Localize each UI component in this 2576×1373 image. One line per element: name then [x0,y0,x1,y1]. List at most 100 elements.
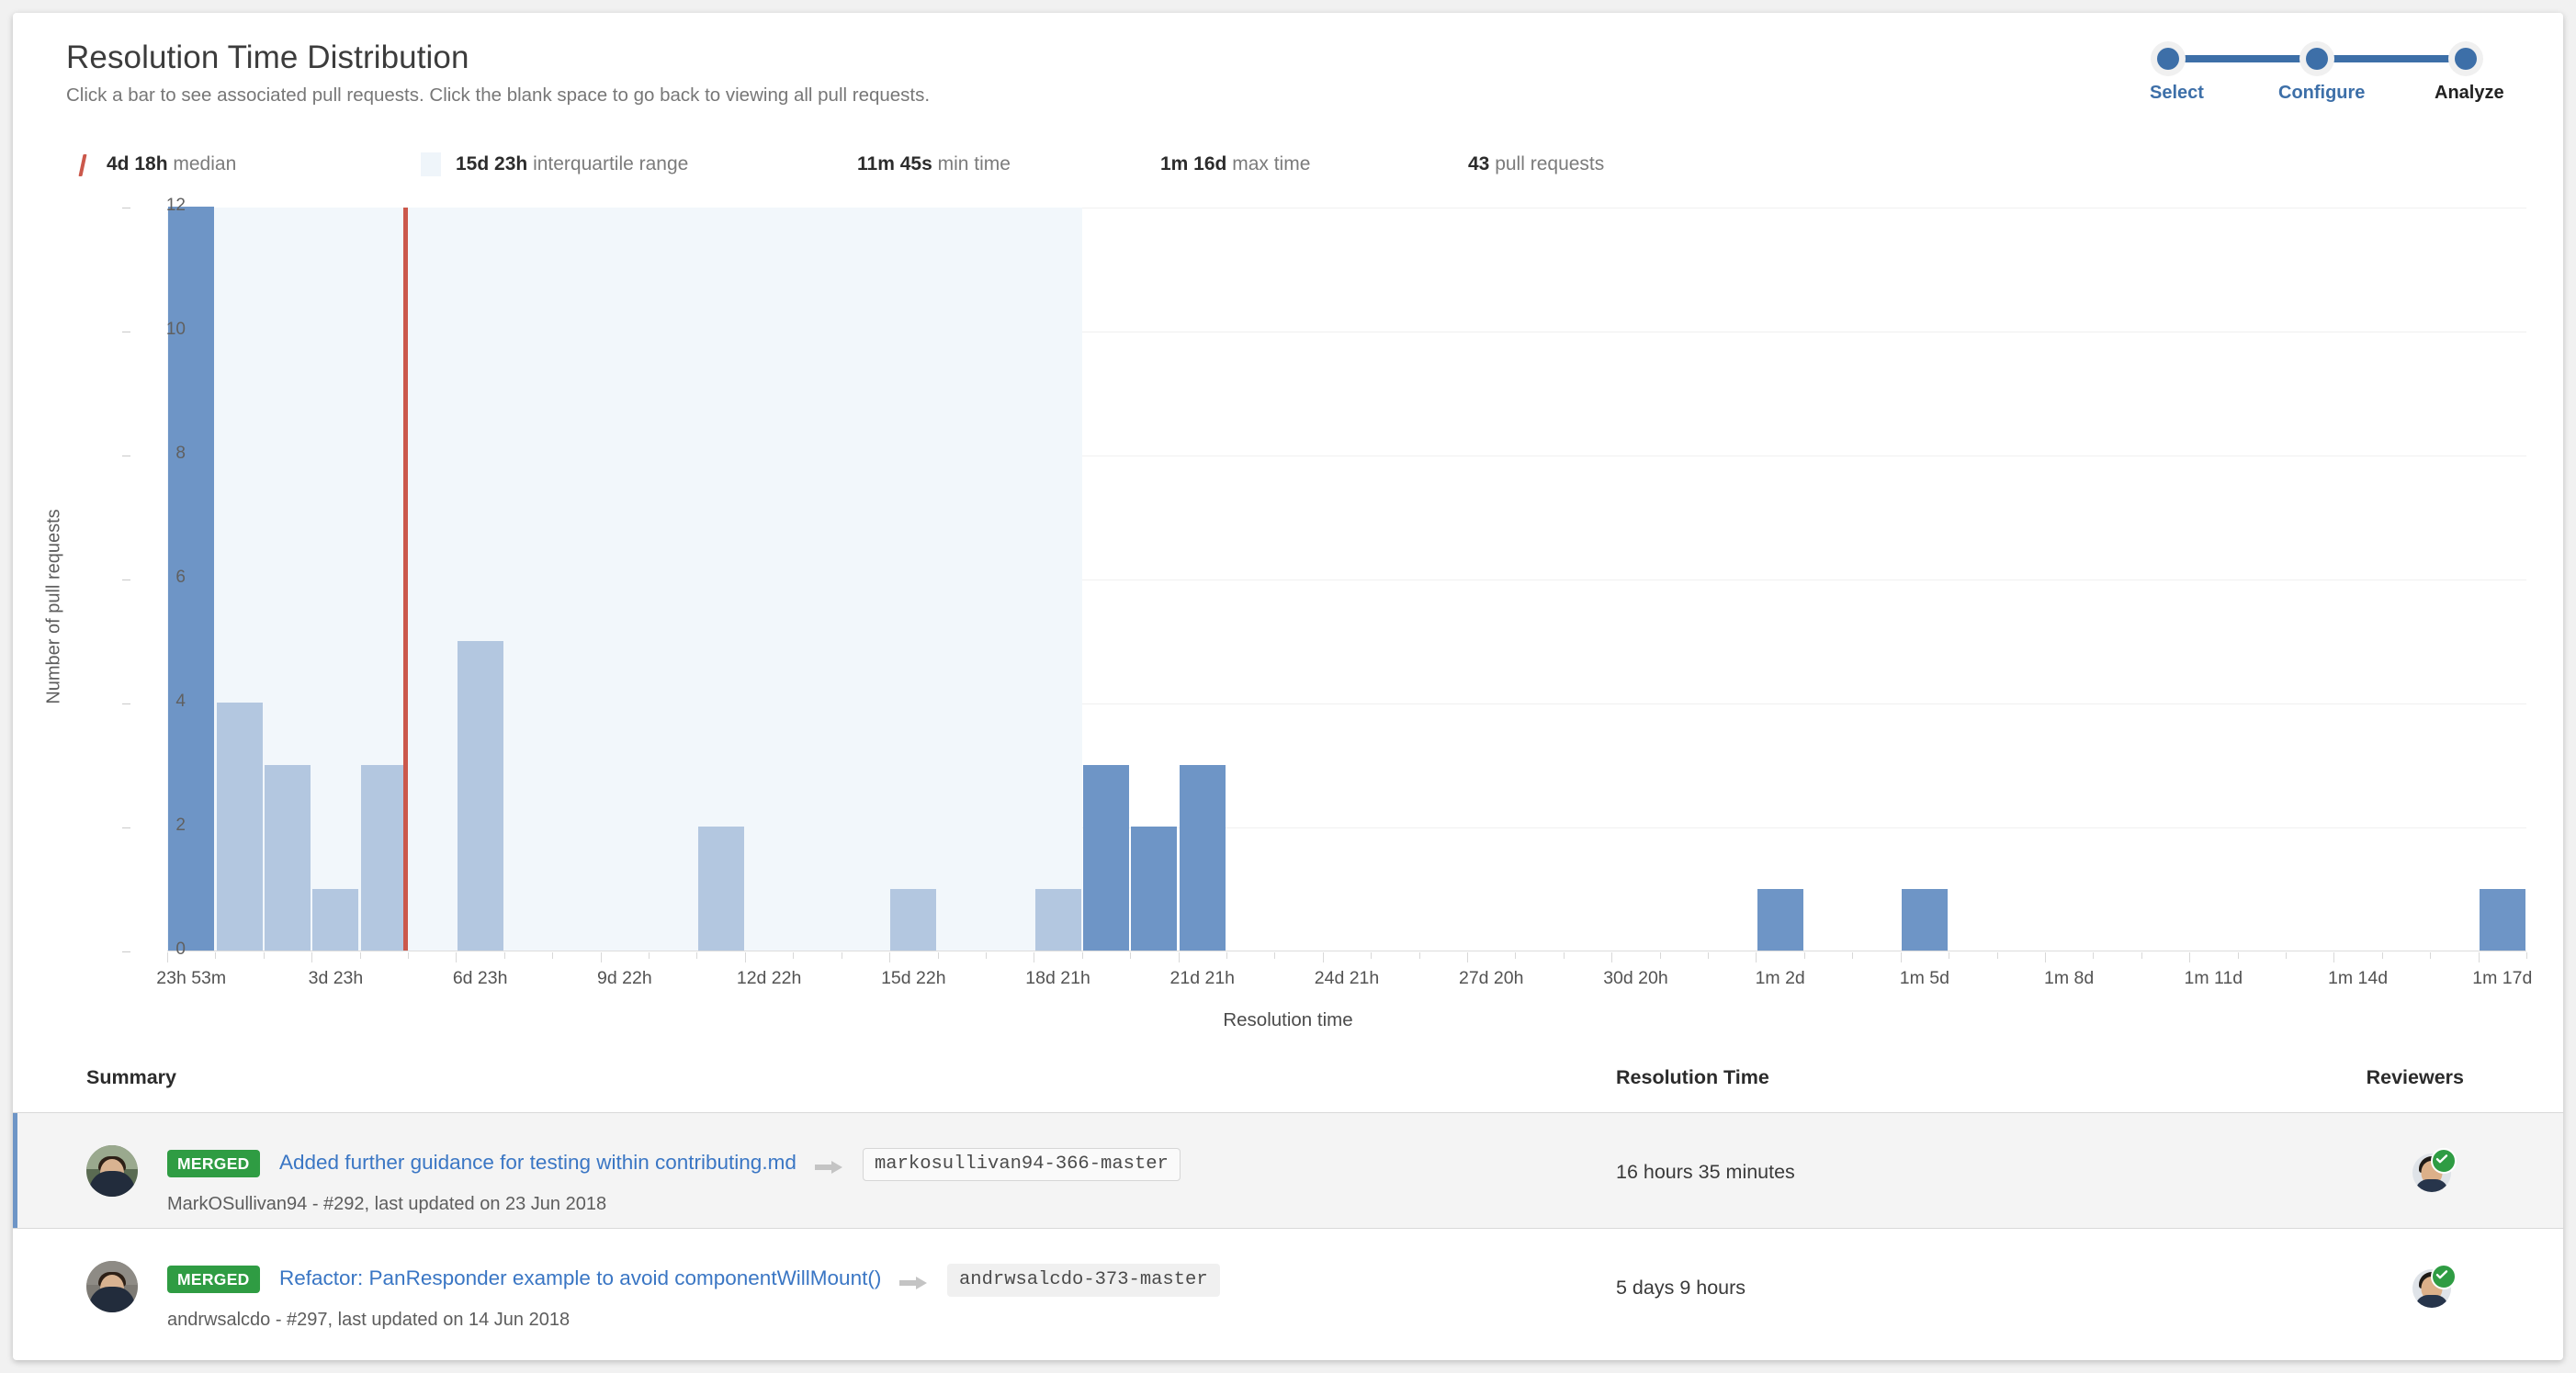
x-axis-tick [2381,952,2383,959]
histogram-bar[interactable] [457,640,503,951]
legend-max-label: max time [1232,153,1311,174]
x-axis-tick-label: 1m 11d [2184,968,2243,988]
table-row[interactable]: MERGED Refactor: PanResponder example to… [13,1228,2563,1344]
x-axis-tick [2141,952,2142,959]
y-axis-tick-label: 8 [122,444,186,464]
stepper-label-configure[interactable]: Configure [2278,83,2365,104]
x-axis-tick [2093,952,2095,959]
branch-name-chip: markosullivan94-366-master [863,1148,1181,1181]
avatar [86,1261,138,1312]
stepper-dot-analyze[interactable] [2455,48,2477,70]
approved-check-icon [2431,1264,2457,1289]
histogram-bar[interactable] [697,827,744,951]
table-header: Summary Resolution Time Reviewers [13,1055,2563,1112]
arrow-right-icon [899,1275,929,1291]
x-axis-tick [1756,952,1757,962]
x-axis-tick-label: 27d 20h [1458,968,1524,988]
histogram-bar[interactable] [1757,888,1803,951]
x-axis-tick-label: 18d 21h [1025,968,1090,988]
histogram-bar[interactable] [312,888,359,951]
x-axis-tick [311,952,313,962]
x-axis-tick-label: 1m 5d [1899,968,1949,988]
legend-count-value: 43 [1468,153,1490,174]
y-axis-title: Number of pull requests [43,509,64,704]
x-axis-tick-label: 12d 22h [736,968,802,988]
plot-area[interactable] [167,207,2526,951]
x-axis-tick [2526,952,2527,959]
legend-item-pull-requests: 43 pull requests [1468,151,1604,178]
x-axis-title: Resolution time [1223,1009,1353,1030]
histogram-bar[interactable] [2479,888,2525,951]
status-badge: MERGED [167,1266,260,1293]
row-selection-accent [13,1113,17,1228]
legend-max-value: 1m 16d [1160,153,1227,174]
stepper-labels: Select Configure Analyze [2150,83,2508,107]
x-axis-tick [2478,952,2480,962]
reviewer-avatar-group[interactable] [2412,1148,2457,1192]
legend-min-value: 11m 45s [857,153,932,174]
histogram-bar[interactable] [1901,888,1948,951]
row-resolution-time: 16 hours 35 minutes [1616,1161,1795,1183]
legend-min-label: min time [937,153,1011,174]
legend-median-label: median [173,153,237,174]
reviewer-avatar-group[interactable] [2412,1264,2457,1308]
x-axis-tick [1563,952,1565,959]
legend-item-max-time: 1m 16d max time [1160,151,1310,178]
x-axis-tick [2333,952,2335,962]
stepper-dot-configure[interactable] [2306,48,2328,70]
x-axis-tick [263,952,265,959]
x-axis-tick [1515,952,1517,959]
x-axis-tick-label: 1m 17d [2472,968,2533,988]
x-axis-tick [696,952,698,959]
x-axis-tick [359,952,361,959]
histogram-bar[interactable] [1179,764,1226,951]
x-axis-tick [167,952,168,962]
x-axis-tick-label: 21d 21h [1169,968,1236,988]
legend-median-value: 4d 18h [107,153,168,174]
table-row[interactable]: MERGED Added further guidance for testin… [13,1112,2563,1228]
analysis-card: Resolution Time Distribution Click a bar… [13,13,2563,1360]
x-axis-tick [1274,952,1276,959]
branch-name-chip: andrwsalcdo-373-master [947,1264,1220,1297]
x-axis-tick [985,952,987,959]
x-axis-tick-label: 1m 14d [2328,968,2389,988]
median-swatch-icon [78,154,87,176]
histogram-bar[interactable] [216,703,263,951]
page-title: Resolution Time Distribution [66,39,469,75]
arrow-right-icon [815,1159,844,1176]
histogram-bar[interactable] [1034,888,1081,951]
bar-series [167,207,2526,951]
histogram-bar[interactable] [890,888,937,951]
legend-item-min-time: 11m 45s min time [857,151,1011,178]
x-axis-tick [1418,952,1420,959]
histogram-bar[interactable] [1131,827,1178,951]
x-axis-tick [456,952,458,962]
stepper-label-select[interactable]: Select [2150,83,2204,104]
histogram-bar[interactable] [1082,764,1129,951]
avatar [86,1145,138,1197]
stepper-label-analyze[interactable]: Analyze [2435,83,2504,104]
legend-iqr-value: 15d 23h [456,153,528,174]
histogram-chart: Number of pull requests 0 2 4 6 8 10 12 23h 53… [13,192,2563,1037]
x-axis-tick [1996,952,1998,959]
stepper-dot-select[interactable] [2157,48,2179,70]
x-axis-tick-label: 6d 23h [452,968,508,988]
pull-request-meta: andrwsalcdo - #297, last updated on 14 J… [167,1310,571,1330]
x-axis-tick [1371,952,1373,959]
column-header-reviewers: Reviewers [2366,1066,2464,1088]
approved-check-icon [2431,1148,2457,1174]
pull-request-title-link[interactable]: Added further guidance for testing withi… [279,1151,797,1175]
x-axis-tick-label: 3d 23h [308,968,364,988]
x-axis-tick-label: 1m 8d [2044,968,2095,988]
median-line [402,208,408,951]
histogram-bar[interactable] [265,764,311,951]
legend-count-label: pull requests [1495,153,1605,174]
wizard-stepper: Select Configure Analyze [2150,48,2508,103]
x-axis-tick [2285,952,2287,959]
x-axis-tick [1852,952,1854,959]
histogram-bar[interactable] [360,764,407,951]
pull-request-title-link[interactable]: Refactor: PanResponder example to avoid … [279,1266,881,1290]
x-axis-tick-label: 23h 53m [156,968,227,988]
row-resolution-time: 5 days 9 hours [1616,1277,1746,1299]
x-axis-tick [1178,952,1180,962]
